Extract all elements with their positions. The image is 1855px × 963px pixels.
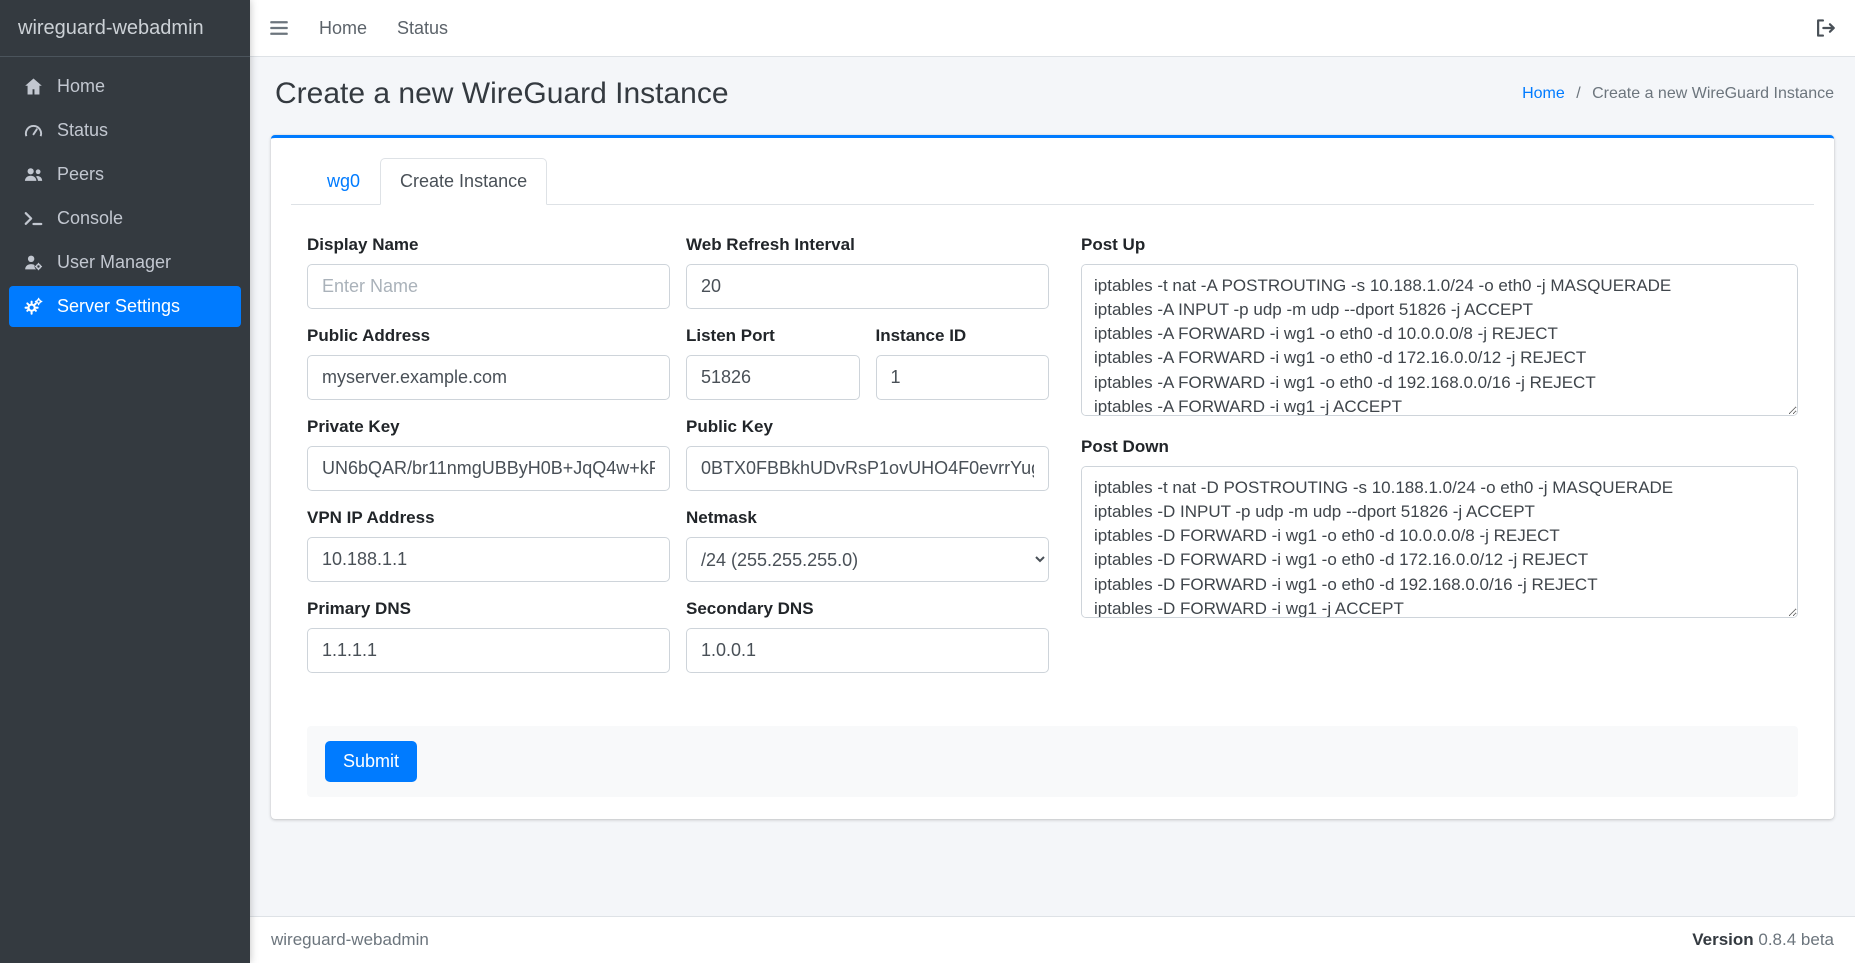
content-header: Create a new WireGuard Instance Home / C… (250, 57, 1855, 119)
gauge-icon (21, 121, 46, 140)
sidebar-item-label: Console (57, 208, 123, 229)
private-key-group: Private Key (307, 417, 670, 491)
menu-toggle-icon[interactable] (269, 18, 289, 38)
sidebar-item-console[interactable]: Console (9, 198, 241, 239)
vpn-ip-label: VPN IP Address (307, 508, 670, 528)
tab-wg0[interactable]: wg0 (307, 158, 380, 205)
sidebar-item-label: Status (57, 120, 108, 141)
sidebar-item-home[interactable]: Home (9, 66, 241, 107)
secondary-dns-label: Secondary DNS (686, 599, 1049, 619)
page-footer: wireguard-webadmin Version 0.8.4 beta (250, 916, 1855, 963)
netmask-select[interactable]: /24 (255.255.255.0) (686, 537, 1049, 582)
instance-tabs: wg0 Create Instance (291, 158, 1814, 205)
post-down-group: Post Down iptables -t nat -D POSTROUTING… (1081, 437, 1798, 623)
brand-link[interactable]: wireguard-webadmin (0, 0, 250, 57)
public-key-input[interactable] (686, 446, 1049, 491)
breadcrumb-home-link[interactable]: Home (1522, 85, 1565, 102)
private-key-input[interactable] (307, 446, 670, 491)
footer-version-label: Version (1692, 930, 1753, 949)
sidebar-item-label: Server Settings (57, 296, 180, 317)
post-up-label: Post Up (1081, 235, 1798, 255)
footer-version-value: 0.8.4 beta (1758, 930, 1834, 949)
sidebar-item-label: Home (57, 76, 105, 97)
public-key-group: Public Key (686, 417, 1049, 491)
netmask-label: Netmask (686, 508, 1049, 528)
port-id-split: Listen Port Instance ID (686, 326, 1049, 400)
web-refresh-label: Web Refresh Interval (686, 235, 1049, 255)
page-title: Create a new WireGuard Instance (275, 77, 729, 111)
submit-strip: Submit (307, 726, 1798, 797)
sidebar-item-server-settings[interactable]: Server Settings (9, 286, 241, 327)
secondary-dns-input[interactable] (686, 628, 1049, 673)
listen-port-input[interactable] (686, 355, 860, 400)
public-key-label: Public Key (686, 417, 1049, 437)
primary-dns-input[interactable] (307, 628, 670, 673)
submit-button[interactable]: Submit (325, 741, 417, 782)
form-right-column: Post Up iptables -t nat -A POSTROUTING -… (1081, 235, 1798, 690)
instance-id-group: Instance ID (876, 326, 1050, 400)
netmask-group: Netmask /24 (255.255.255.0) (686, 508, 1049, 582)
sidebar-menu: Home Status (0, 57, 250, 339)
vpn-ip-group: VPN IP Address (307, 508, 670, 582)
topnav-link-status[interactable]: Status (397, 18, 448, 39)
sidebar: wireguard-webadmin Home Status (0, 0, 250, 963)
breadcrumb-current: Create a new WireGuard Instance (1592, 85, 1834, 102)
post-down-textarea[interactable]: iptables -t nat -D POSTROUTING -s 10.188… (1081, 466, 1798, 618)
instance-id-input[interactable] (876, 355, 1050, 400)
users-gear-icon (21, 253, 46, 272)
main-column: Home Status Create a new WireGuard Insta… (250, 0, 1855, 963)
display-name-label: Display Name (307, 235, 670, 255)
display-name-group: Display Name (307, 235, 670, 309)
form-left-column: Display Name Web Refresh Interval Public… (307, 235, 1049, 690)
sign-out-icon[interactable] (1814, 17, 1836, 39)
sidebar-item-label: User Manager (57, 252, 171, 273)
listen-port-group: Listen Port (686, 326, 860, 400)
listen-port-label: Listen Port (686, 326, 860, 346)
instance-form: Display Name Web Refresh Interval Public… (291, 235, 1814, 690)
sidebar-item-user-manager[interactable]: User Manager (9, 242, 241, 283)
vpn-ip-input[interactable] (307, 537, 670, 582)
sidebar-item-peers[interactable]: Peers (9, 154, 241, 195)
app-root: wireguard-webadmin Home Status (0, 0, 1855, 963)
gears-icon (21, 297, 46, 316)
public-address-group: Public Address (307, 326, 670, 400)
display-name-input[interactable] (307, 264, 670, 309)
public-address-label: Public Address (307, 326, 670, 346)
breadcrumb: Home / Create a new WireGuard Instance (1522, 85, 1834, 103)
post-up-textarea[interactable]: iptables -t nat -A POSTROUTING -s 10.188… (1081, 264, 1798, 416)
web-refresh-input[interactable] (686, 264, 1049, 309)
instance-card-body: wg0 Create Instance Display Name Web Ref (271, 138, 1834, 819)
primary-dns-label: Primary DNS (307, 599, 670, 619)
top-navbar: Home Status (250, 0, 1855, 57)
breadcrumb-separator: / (1576, 85, 1580, 102)
web-refresh-group: Web Refresh Interval (686, 235, 1049, 309)
sidebar-item-label: Peers (57, 164, 104, 185)
home-icon (21, 77, 46, 96)
tab-create-instance[interactable]: Create Instance (380, 158, 547, 205)
terminal-icon (21, 209, 46, 228)
users-icon (21, 165, 46, 184)
topnav-link-home[interactable]: Home (319, 18, 367, 39)
post-down-label: Post Down (1081, 437, 1798, 457)
secondary-dns-group: Secondary DNS (686, 599, 1049, 673)
footer-version: Version 0.8.4 beta (1692, 930, 1834, 950)
post-up-group: Post Up iptables -t nat -A POSTROUTING -… (1081, 235, 1798, 421)
instance-card: wg0 Create Instance Display Name Web Ref (271, 135, 1834, 819)
public-address-input[interactable] (307, 355, 670, 400)
footer-app-name: wireguard-webadmin (271, 930, 429, 950)
instance-id-label: Instance ID (876, 326, 1050, 346)
sidebar-item-status[interactable]: Status (9, 110, 241, 151)
primary-dns-group: Primary DNS (307, 599, 670, 673)
private-key-label: Private Key (307, 417, 670, 437)
